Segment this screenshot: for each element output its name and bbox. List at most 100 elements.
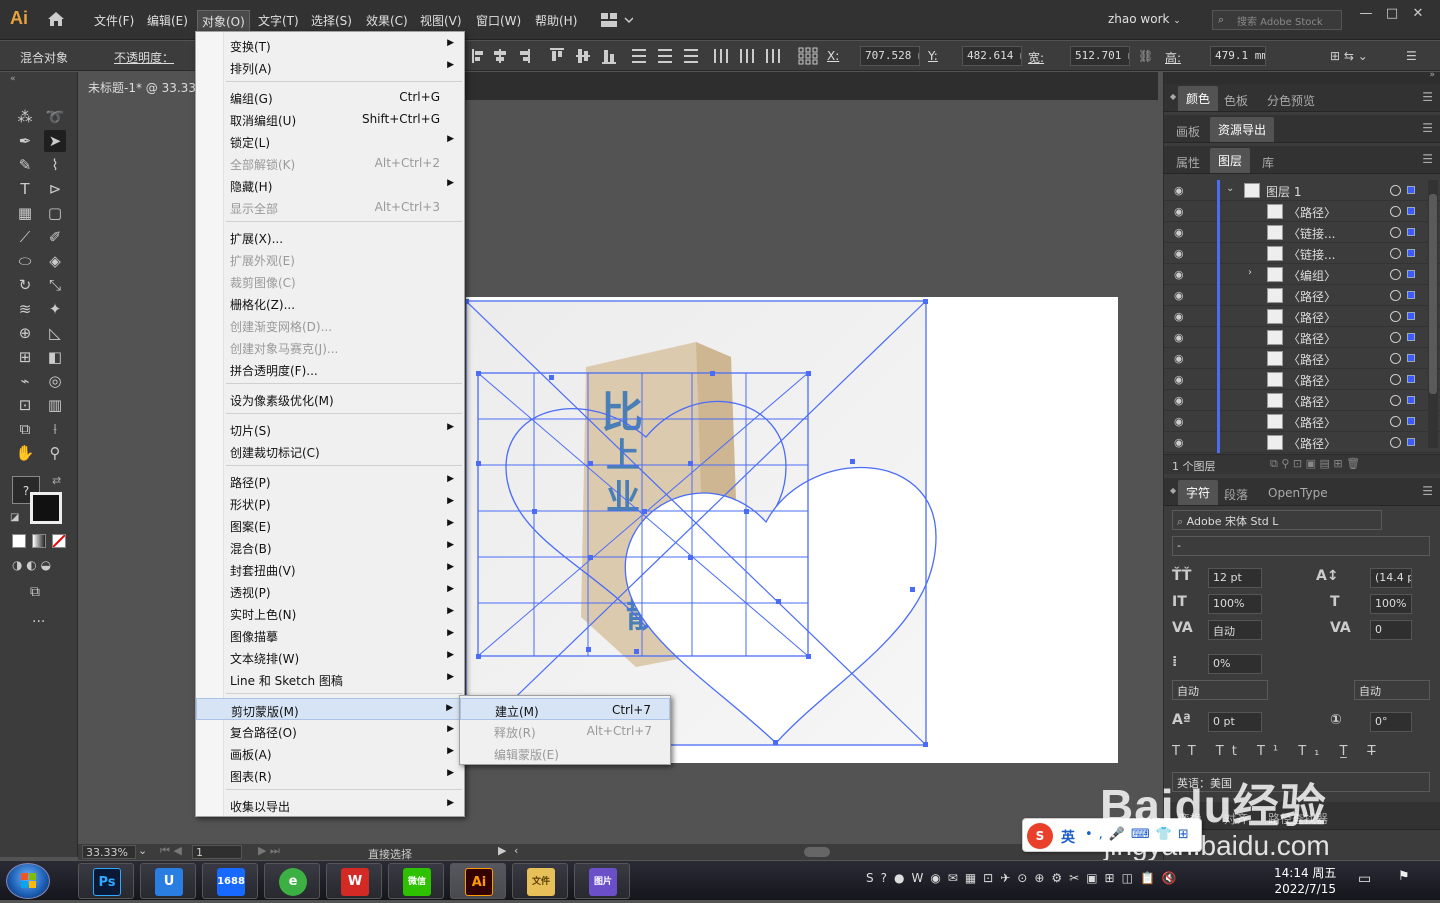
reference-point-icon[interactable] bbox=[798, 47, 818, 65]
tab-paragraph[interactable]: 段落 bbox=[1224, 486, 1248, 503]
object-menu-item[interactable]: 路径(P) ▶ bbox=[196, 470, 464, 492]
visibility-eye-icon[interactable]: ◉ bbox=[1174, 436, 1188, 449]
artboard-tool-icon[interactable]: ⧉ bbox=[14, 418, 36, 440]
status-arrow-icon[interactable]: ▶ bbox=[498, 844, 506, 857]
eraser-icon[interactable]: ◈ bbox=[44, 250, 66, 272]
visibility-eye-icon[interactable]: ◉ bbox=[1174, 205, 1188, 218]
layer-selection-square[interactable] bbox=[1407, 354, 1415, 362]
layer-row[interactable]: ◉ 〈路径〉 bbox=[1164, 432, 1440, 453]
menu-window[interactable]: 窗口(W) bbox=[476, 12, 521, 29]
layer-target-icon[interactable] bbox=[1390, 395, 1401, 406]
none-mode-icon[interactable] bbox=[52, 534, 66, 548]
width-tool-icon[interactable]: ≋ bbox=[14, 298, 36, 320]
layer-selection-square[interactable] bbox=[1407, 186, 1415, 194]
visibility-eye-icon[interactable]: ◉ bbox=[1174, 352, 1188, 365]
taskbar-browser[interactable]: e bbox=[264, 863, 320, 899]
taskbar-1688[interactable]: 1688 bbox=[202, 863, 258, 899]
object-menu-item[interactable]: 编组(G) Ctrl+G bbox=[196, 86, 464, 108]
aki-left-dropdown[interactable]: 自动 bbox=[1172, 680, 1268, 700]
lasso-icon[interactable]: ➰ bbox=[44, 106, 66, 128]
menu-edit[interactable]: 编辑(E) bbox=[147, 12, 188, 29]
touch-type-icon[interactable]: ⊳ bbox=[44, 178, 66, 200]
menu-file[interactable]: 文件(F) bbox=[94, 12, 134, 29]
stroke-swatch[interactable] bbox=[30, 492, 62, 524]
artwork-canvas[interactable]: 比 上 业 散 bbox=[466, 297, 1118, 763]
layer-row[interactable]: ◉ 〈路径〉 bbox=[1164, 306, 1440, 327]
layer-row[interactable]: ◉ 〈链接... bbox=[1164, 222, 1440, 243]
layer-row-top[interactable]: ◉ ⌄ 图层 1 bbox=[1164, 180, 1440, 201]
visibility-eye-icon[interactable]: ◉ bbox=[1174, 331, 1188, 344]
panel-menu-icon[interactable]: ☰ bbox=[1422, 90, 1433, 104]
object-menu-item[interactable]: 设为像素级优化(M) bbox=[196, 388, 464, 410]
object-menu-item[interactable]: 封套扭曲(V) ▶ bbox=[196, 558, 464, 580]
object-menu-item[interactable]: 图表(R) ▶ bbox=[196, 764, 464, 786]
panel-toggle-icon-2[interactable]: ◆ bbox=[1170, 486, 1176, 495]
transform-options-icon[interactable]: ⊞ ⇆ ⌄ bbox=[1330, 49, 1368, 63]
object-menu-item[interactable]: 混合(B) ▶ bbox=[196, 536, 464, 558]
menu-view[interactable]: 视图(V) bbox=[420, 12, 462, 29]
tab-swatches[interactable]: 色板 bbox=[1224, 92, 1248, 109]
object-menu-item[interactable]: 隐藏(H) ▶ bbox=[196, 174, 464, 196]
object-menu-item[interactable]: 收集以导出 ▶ bbox=[196, 794, 464, 816]
layer-selection-square[interactable] bbox=[1407, 375, 1415, 383]
layer-target-icon[interactable] bbox=[1390, 353, 1401, 364]
layer-selection-square[interactable] bbox=[1407, 312, 1415, 320]
layer-target-icon[interactable] bbox=[1390, 269, 1401, 280]
layer-target-icon[interactable] bbox=[1390, 437, 1401, 448]
panel-menu-icon-3[interactable]: ☰ bbox=[1422, 152, 1433, 166]
hscroll-left-icon[interactable]: ‹ bbox=[514, 844, 518, 857]
y-field[interactable]: 482.614 m bbox=[962, 46, 1022, 66]
object-menu-item[interactable]: 切片(S) ▶ bbox=[196, 418, 464, 440]
layer-target-icon[interactable] bbox=[1390, 311, 1401, 322]
object-menu-item[interactable]: 复合路径(O) ▶ bbox=[196, 720, 464, 742]
taskbar-photoshop[interactable]: Ps bbox=[78, 863, 134, 899]
pen-tool-icon[interactable]: ✒ bbox=[14, 130, 36, 152]
first-artboard-icon[interactable]: ⏮ ◀ bbox=[160, 844, 182, 858]
next-artboard-icon[interactable]: ▶ ⏭ bbox=[258, 844, 280, 858]
perspective-grid-icon[interactable]: ◺ bbox=[44, 322, 66, 344]
collapse-toolbar-icon[interactable]: « bbox=[10, 74, 16, 84]
arrange-documents-icon[interactable] bbox=[601, 13, 634, 27]
horizontal-scrollbar-thumb[interactable] bbox=[804, 847, 830, 857]
layer-selection-square[interactable] bbox=[1407, 417, 1415, 425]
visibility-eye-icon[interactable]: ◉ bbox=[1174, 247, 1188, 260]
layer-row[interactable]: ◉ 〈路径〉 bbox=[1164, 390, 1440, 411]
height-field[interactable]: 479.1 mm bbox=[1210, 46, 1266, 66]
ime-mode-label[interactable]: 英 bbox=[1061, 827, 1075, 847]
tab-layers[interactable]: 图层 bbox=[1210, 148, 1251, 173]
menu-help[interactable]: 帮助(H) bbox=[535, 12, 577, 29]
shape-builder-icon[interactable]: ⊕ bbox=[14, 322, 36, 344]
curvature-icon[interactable]: ✎ bbox=[14, 154, 36, 176]
blob-brush-icon[interactable]: ✐ bbox=[44, 226, 66, 248]
layer-target-icon[interactable] bbox=[1390, 416, 1401, 427]
x-field[interactable]: 707.528 m bbox=[860, 46, 920, 66]
anchor-point-icon[interactable]: ⌇ bbox=[44, 154, 66, 176]
maximize-button[interactable]: □ bbox=[1380, 6, 1404, 24]
layer-selection-square[interactable] bbox=[1407, 396, 1415, 404]
visibility-eye-icon[interactable]: ◉ bbox=[1174, 268, 1188, 281]
close-button[interactable]: ✕ bbox=[1406, 6, 1430, 24]
object-menu-item[interactable]: 图案(E) ▶ bbox=[196, 514, 464, 536]
layer-row[interactable]: ◉ 〈链接... bbox=[1164, 243, 1440, 264]
vertical-scale-field[interactable]: 100% bbox=[1208, 594, 1262, 614]
direct-selection-icon[interactable]: ➤ bbox=[44, 130, 66, 152]
home-icon[interactable] bbox=[46, 10, 66, 28]
menu-effect[interactable]: 效果(C) bbox=[366, 12, 408, 29]
document-tab[interactable]: 未标题-1* @ 33.33 bbox=[78, 72, 206, 100]
object-menu-item[interactable]: 拼合透明度(F)... bbox=[196, 358, 464, 380]
eyedropper-icon[interactable]: ⌁ bbox=[14, 370, 36, 392]
layer-row[interactable]: ◉ 〈路径〉 bbox=[1164, 369, 1440, 390]
object-menu-item[interactable]: 栅格化(Z)... bbox=[196, 292, 464, 314]
opacity-label[interactable]: 不透明度： bbox=[114, 49, 174, 66]
object-menu-item[interactable]: 形状(P) ▶ bbox=[196, 492, 464, 514]
panel-menu-icon-2[interactable]: ☰ bbox=[1422, 121, 1433, 135]
slice-tool-icon[interactable]: ⟊ bbox=[44, 418, 66, 440]
layer-target-icon[interactable] bbox=[1390, 185, 1401, 196]
visibility-eye-icon[interactable]: ◉ bbox=[1174, 289, 1188, 302]
text-style-buttons[interactable]: TT Tt T¹ T₁ T̲ T̶ bbox=[1172, 744, 1384, 759]
tab-separations[interactable]: 分色预览 bbox=[1267, 92, 1315, 109]
taskbar-wps[interactable]: W bbox=[326, 863, 382, 899]
zoom-tool-icon[interactable]: ⚲ bbox=[44, 442, 66, 464]
tab-properties[interactable]: 属性 bbox=[1176, 154, 1200, 171]
visibility-eye-icon[interactable]: ◉ bbox=[1174, 184, 1188, 197]
